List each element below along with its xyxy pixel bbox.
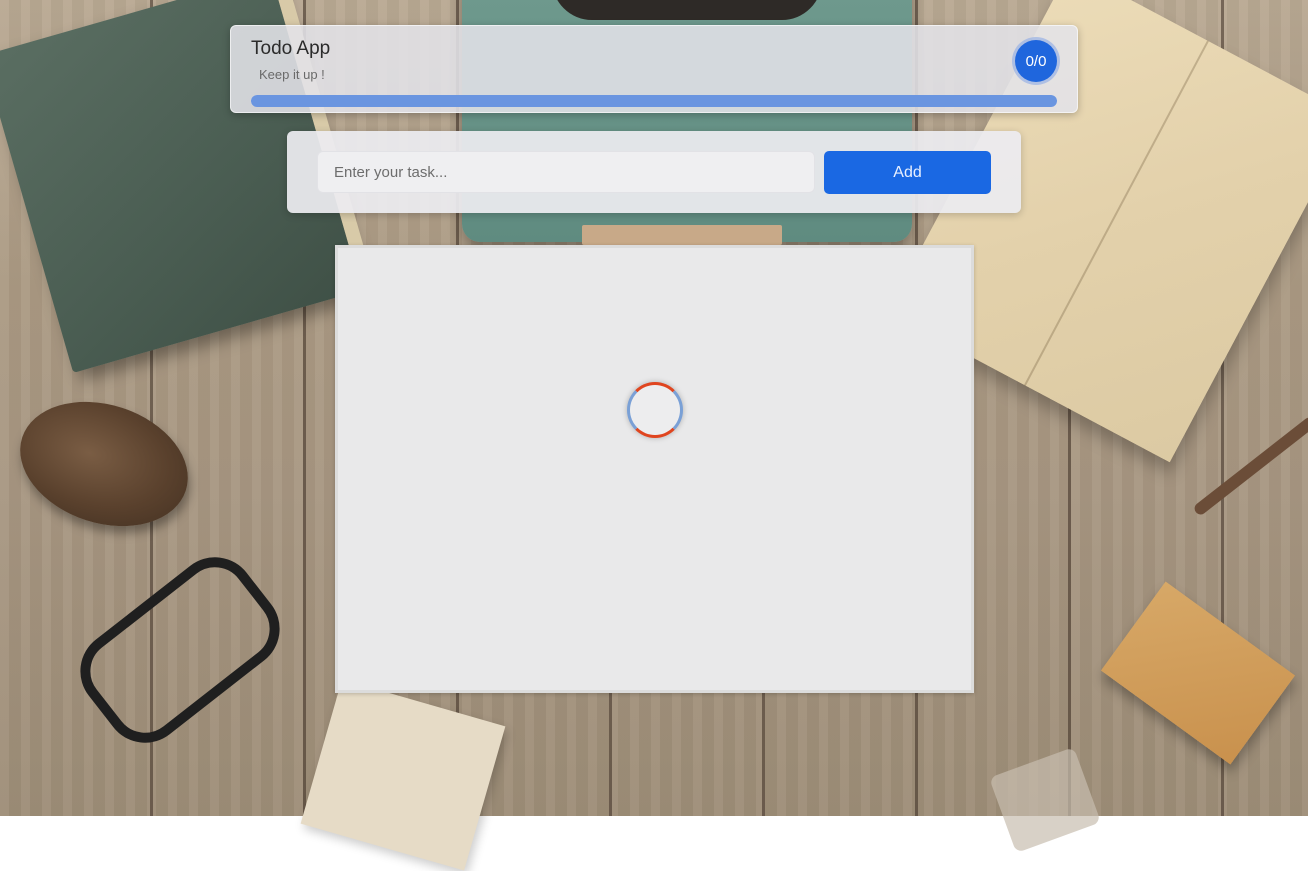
app-subtitle: Keep it up !: [259, 67, 325, 82]
progress-bar-fill: [251, 95, 1057, 107]
paper-decoration: [300, 679, 506, 871]
add-task-button[interactable]: Add: [824, 151, 991, 194]
task-counter-badge: 0/0: [1015, 40, 1057, 82]
progress-bar: [251, 95, 1057, 107]
stick-decoration: [1192, 415, 1308, 517]
task-list-panel: [335, 245, 974, 693]
pinecone-decoration: [3, 381, 205, 547]
app-title: Todo App: [251, 38, 331, 59]
glasses-decoration: [64, 541, 296, 759]
app-header: Todo App Keep it up ! 0/0: [230, 25, 1078, 113]
task-form: Add: [287, 131, 1021, 213]
task-input[interactable]: [317, 151, 815, 193]
slides-box-decoration: [1100, 581, 1296, 765]
loading-spinner-icon: [627, 382, 683, 438]
glass-decoration: [989, 747, 1101, 853]
